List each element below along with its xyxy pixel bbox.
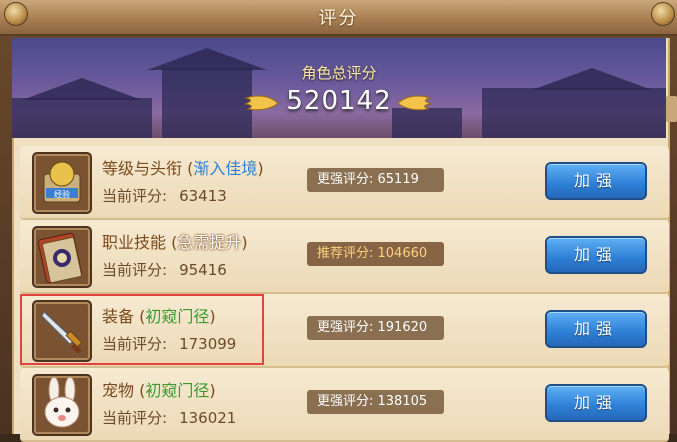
score-label: 当前评分: [102,409,168,427]
score-label: 当前评分: [102,187,168,205]
score-row-pet: 宠物 (初窥门径) 当前评分: 136021 更强评分: 138105 加强 [20,368,669,442]
target-score-badge: 更强评分: 138105 [307,390,444,414]
side-scroll-handle[interactable] [666,96,677,122]
row-tag: 初窥门径 [145,381,210,400]
total-score-value: 520142 [286,86,392,116]
recommended-score-badge: 推荐评分: 104660 [307,242,444,266]
level-badge-icon: 经验 [32,152,92,214]
corner-ornament-right [651,2,675,26]
row-tag: 急需提升 [177,233,242,252]
score-value: 95416 [179,261,227,279]
row-name: 宠物 [102,381,135,400]
score-value: 136021 [179,409,237,427]
wing-left-icon [244,95,278,111]
score-label: 当前评分: [102,261,168,279]
score-row-level: 经验 等级与头衔 (渐入佳境) 当前评分: 63413 更强评分: 65119 加… [20,146,669,220]
score-row-skill: 职业技能 (急需提升) 当前评分: 95416 推荐评分: 104660 加强 [20,220,669,294]
strengthen-button-level[interactable]: 加强 [545,162,647,200]
row-name: 等级与头衔 [102,159,183,178]
row-tag: 渐入佳境 [193,159,258,178]
title-bar: 评分 [0,0,677,36]
row-name: 职业技能 [102,233,167,252]
score-value: 63413 [179,187,227,205]
equipment-highlight-box [20,294,264,365]
svg-text:经验: 经验 [54,189,70,199]
window-title: 评分 [318,8,359,29]
strengthen-button-pet[interactable]: 加强 [545,384,647,422]
total-score-label: 角色总评分 [301,64,377,82]
skill-book-icon [32,226,92,288]
strengthen-button-equipment[interactable]: 加强 [545,310,647,348]
wing-right-icon [398,95,432,111]
target-score-badge: 更强评分: 191620 [307,316,444,340]
rabbit-pet-icon [32,374,92,436]
strengthen-button-skill[interactable]: 加强 [545,236,647,274]
total-score-banner: 角色总评分 520142 [12,38,666,138]
target-score-badge: 更强评分: 65119 [307,168,444,192]
